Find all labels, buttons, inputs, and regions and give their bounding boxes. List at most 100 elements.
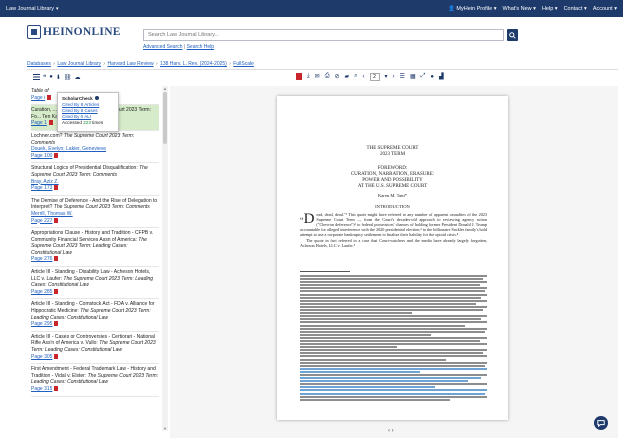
pdf-icon[interactable]: [54, 385, 59, 391]
footnote-line: [300, 352, 484, 355]
next-page-icon[interactable]: ›: [393, 74, 395, 80]
advanced-search-link[interactable]: Advanced Search: [143, 44, 182, 50]
user-icon: 👤: [448, 5, 455, 12]
heinonline-logo[interactable]: HEINONLINE: [27, 25, 121, 39]
help-menu[interactable]: Help ▾: [542, 6, 558, 12]
breadcrumb-harvard-law-review[interactable]: Harvard Law Review: [107, 61, 153, 67]
search-icon[interactable]: ⌕: [354, 73, 357, 80]
top-nav-right: 👤 MyHein Profile ▾ What's New ▾ Help ▾ C…: [448, 6, 617, 12]
chart-icon[interactable]: ▟: [439, 73, 444, 80]
toc-entry-page[interactable]: Page 295: [31, 321, 52, 327]
search-help-link[interactable]: Search Help: [187, 44, 215, 50]
toc-entry-page[interactable]: Page 227: [31, 218, 52, 224]
grid-view-icon[interactable]: ▦: [410, 73, 416, 80]
divider: [27, 69, 618, 70]
prev-page-icon[interactable]: ‹: [363, 74, 365, 80]
scroll-down-icon[interactable]: ▼: [162, 426, 168, 431]
toc-entry-page[interactable]: Page i: [31, 95, 45, 101]
pdf-icon[interactable]: [54, 288, 59, 294]
page-author: Karen M. Tani*: [377, 193, 408, 198]
search-input[interactable]: [143, 29, 504, 41]
footnote-line: [300, 305, 487, 308]
search-links: Advanced Search | Search Help: [143, 44, 215, 50]
info-icon[interactable]: [94, 96, 99, 100]
page-pager[interactable]: ‹ ›: [388, 428, 394, 434]
footnote-line: [300, 284, 480, 287]
breadcrumb-law-journal-library[interactable]: Law Journal Library: [57, 61, 101, 67]
pdf-icon[interactable]: [54, 152, 59, 158]
toc-entry[interactable]: Article III - Standing - Comstock Act - …: [31, 299, 159, 332]
link-icon[interactable]: ⛓: [64, 74, 72, 81]
chevron-down-icon[interactable]: ▾: [56, 6, 59, 12]
profile-menu[interactable]: 👤 MyHein Profile ▾: [448, 6, 496, 12]
footnote-line: [300, 299, 487, 302]
contact-menu[interactable]: Contact ▾: [564, 6, 587, 12]
footnote-line: [300, 318, 482, 321]
pdf-icon[interactable]: [296, 73, 302, 80]
toc-entry-page[interactable]: Page 276: [31, 256, 52, 262]
footnote-line: [300, 358, 446, 361]
scroll-up-icon[interactable]: ▲: [162, 86, 168, 91]
print-icon[interactable]: ⎙: [325, 73, 330, 80]
email-icon[interactable]: ✉: [315, 73, 320, 80]
page-number-input[interactable]: 2: [369, 72, 380, 81]
pdf-icon[interactable]: [54, 256, 59, 262]
pdf-icon[interactable]: [54, 321, 59, 327]
pdf-icon[interactable]: [54, 217, 59, 223]
whats-new-menu[interactable]: What's New ▾: [502, 6, 535, 12]
footnote-line: [300, 324, 465, 327]
pdf-icon[interactable]: [54, 185, 59, 191]
breadcrumb-fullscale[interactable]: FullScale: [233, 61, 254, 67]
toc-entry[interactable]: Appropriations Clause - History and Trad…: [31, 228, 159, 268]
toc-entry-authors[interactable]: Merrill, Thomas W.: [31, 211, 159, 218]
info-icon[interactable]: ●: [49, 74, 53, 80]
toc-entry[interactable]: Article III - Cases or Controversies - C…: [31, 332, 159, 365]
menu-icon[interactable]: [33, 74, 40, 80]
footnote-line: [300, 355, 487, 358]
pdf-icon[interactable]: [47, 94, 52, 100]
breadcrumb-volume[interactable]: 138 Harv. L. Rev. (2024-2025): [160, 61, 227, 67]
footnote-line: [300, 278, 484, 281]
footnote-line: [300, 389, 487, 392]
list-view-icon[interactable]: ☰: [400, 73, 405, 80]
toc-entry[interactable]: Structural Logics of Presidential Disqua…: [31, 163, 159, 196]
footnote-line: [300, 377, 482, 380]
toc-entry-page[interactable]: Page 1: [31, 120, 47, 126]
account-menu[interactable]: Account ▾: [593, 6, 617, 12]
toc-entry[interactable]: First Amendment - Federal Trademark Law …: [31, 364, 159, 397]
footnote-line: [300, 287, 487, 290]
download-icon[interactable]: ⤓: [307, 73, 310, 80]
toc-entry-title: Table of: [31, 88, 49, 94]
toc-entry[interactable]: Lochner.com? The Supreme Court 2023 Term…: [31, 131, 159, 164]
toc-entry-page[interactable]: Page 100: [31, 153, 52, 159]
toc-entry[interactable]: Article III - Standing - Disability Law …: [31, 267, 159, 300]
pdf-icon[interactable]: [48, 120, 53, 126]
link-icon[interactable]: ⊘: [335, 73, 340, 80]
toc-entry-authors[interactable]: Douek, Evelyn; Lakier, Genevieve: [31, 146, 159, 153]
download-icon[interactable]: ⬇: [56, 74, 61, 81]
bookmark-icon[interactable]: ▰: [345, 73, 350, 80]
app-window: Law Journal Library ▾ 👤 MyHein Profile ▾…: [0, 0, 623, 438]
footnote-line: [300, 281, 487, 284]
footnotes: [300, 275, 487, 410]
toc-entry-page[interactable]: Page 285: [31, 289, 52, 295]
toc-entry-page[interactable]: Page 305: [31, 354, 52, 360]
page-heading: THE SUPREME COURT 2023 TERM: [366, 146, 419, 157]
logo-text: HEINONLINE: [43, 26, 121, 38]
toc-entry[interactable]: The Demise of Deference - And the Rise o…: [31, 196, 159, 229]
toc-scrollbar[interactable]: ▲ ▼: [162, 86, 168, 431]
info-icon[interactable]: ●: [430, 74, 434, 80]
pdf-icon[interactable]: [54, 353, 59, 359]
toc-entry-authors[interactable]: Bray, Aziz Z.: [31, 179, 159, 186]
scrollbar-thumb[interactable]: [163, 92, 167, 144]
page-dropdown-icon[interactable]: ▾: [385, 73, 388, 80]
library-menu[interactable]: Law Journal Library: [6, 6, 54, 12]
search-button[interactable]: [507, 29, 518, 41]
fullscreen-icon[interactable]: ⤢: [421, 73, 426, 80]
toc-entry-page[interactable]: Page 173: [31, 185, 52, 191]
breadcrumb-databases[interactable]: Databases: [27, 61, 51, 67]
cloud-icon[interactable]: ☁: [75, 74, 81, 81]
toc-entry-page[interactable]: Page 315: [31, 386, 52, 392]
quote-icon[interactable]: ❝: [43, 74, 46, 81]
chat-button[interactable]: [594, 416, 608, 430]
